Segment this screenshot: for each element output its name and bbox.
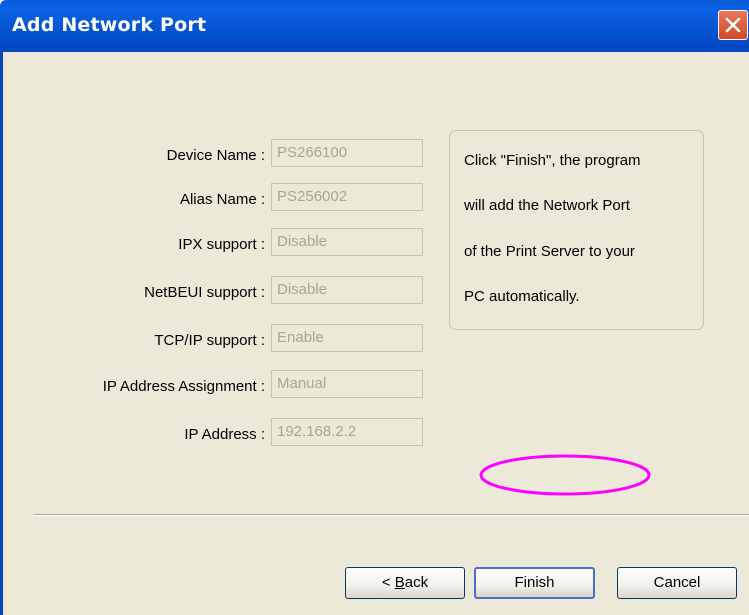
ip-address-assignment-label: IP Address Assignment : [102, 378, 265, 395]
back-button-prefix: < [381, 574, 395, 591]
finish-button[interactable]: Finish [474, 567, 595, 599]
info-line: of the Print Server to your [464, 243, 635, 260]
ipx-support-field: Disable [271, 228, 423, 256]
close-button[interactable] [718, 10, 748, 40]
netbeui-support-label: NetBEUI support : [144, 284, 265, 301]
tcpip-support-field: Enable [271, 324, 423, 352]
device-name-label: Device Name : [166, 147, 265, 164]
close-icon [725, 17, 741, 33]
dialog-title: Add Network Port [12, 14, 207, 36]
add-network-port-dialog: Add Network Port Device Name : PS266100 … [0, 0, 749, 615]
title-bar: Add Network Port [0, 0, 749, 52]
netbeui-support-field: Disable [271, 276, 423, 304]
ipx-support-label: IPX support : [178, 236, 265, 253]
back-button-label: ack [404, 574, 429, 591]
info-line: Click "Finish", the program [464, 152, 641, 169]
back-button[interactable]: < Back [345, 567, 465, 599]
info-line: will add the Network Port [464, 197, 630, 214]
finish-button-label: Finish [514, 574, 555, 591]
highlight-ellipse [479, 454, 651, 496]
cancel-button[interactable]: Cancel [617, 567, 737, 599]
tcpip-support-label: TCP/IP support : [154, 332, 265, 349]
ip-address-field: 192.168.2.2 [271, 418, 423, 446]
window-border [0, 52, 3, 615]
ip-address-assignment-field: Manual [271, 370, 423, 398]
separator-highlight [33, 515, 749, 516]
back-button-mnemonic: B [394, 574, 405, 591]
alias-name-field: PS256002 [271, 183, 423, 211]
ip-address-label: IP Address : [184, 426, 265, 443]
device-name-field: PS266100 [271, 139, 423, 167]
alias-name-label: Alias Name : [179, 191, 265, 208]
cancel-button-label: Cancel [653, 574, 701, 591]
info-panel: Click "Finish", the program will add the… [449, 130, 704, 330]
info-line: PC automatically. [464, 288, 580, 305]
